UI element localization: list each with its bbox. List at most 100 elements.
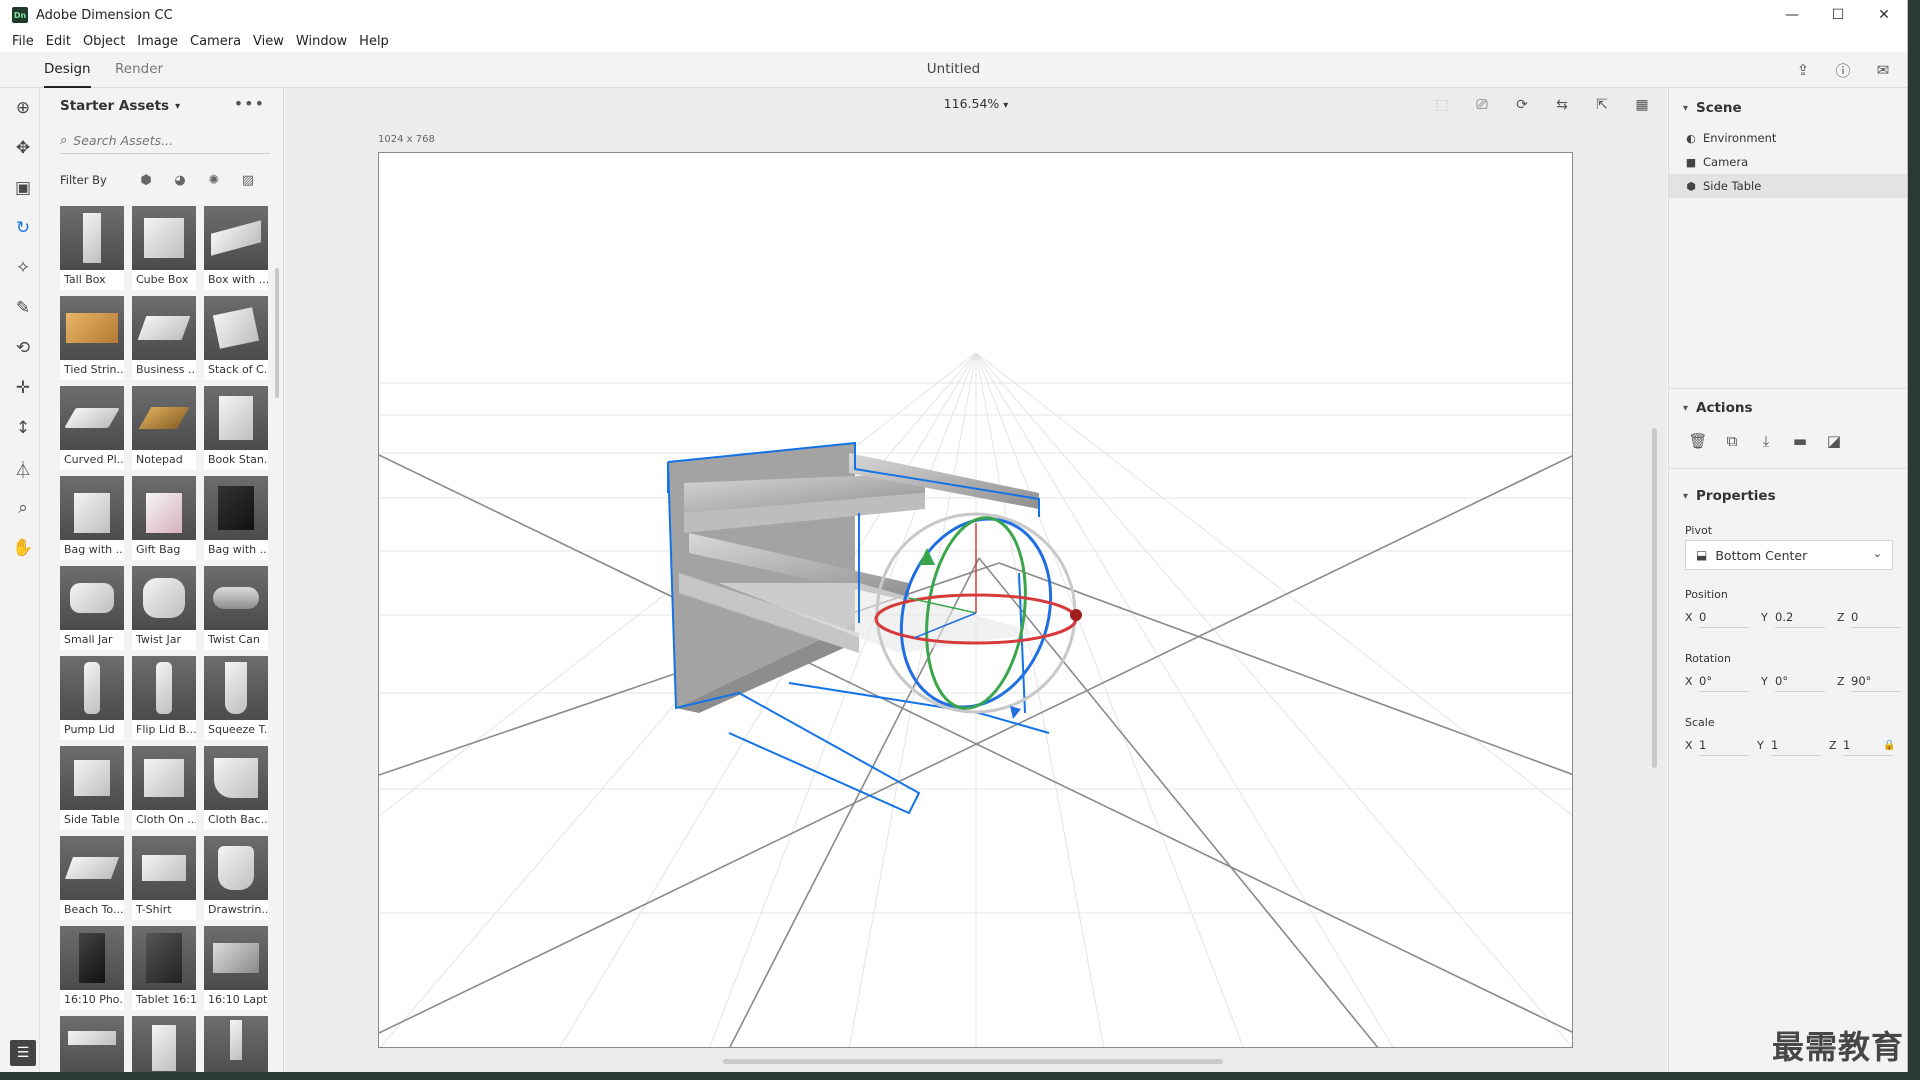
asset-cube-box[interactable]: Cube Box (132, 206, 196, 290)
eyedropper-icon[interactable]: ✎ (6, 288, 40, 328)
hand-icon[interactable]: ✋ (6, 528, 40, 568)
select-tool-icon[interactable]: ▣ (6, 168, 40, 208)
panel-toggle-icon[interactable]: ☰ (10, 1040, 36, 1066)
menu-camera[interactable]: Camera (184, 34, 247, 49)
dolly-tool-icon[interactable]: ↕ (6, 408, 40, 448)
edit-contents-icon[interactable]: ◪ (1825, 432, 1843, 450)
menu-file[interactable]: File (6, 34, 40, 49)
asset-gift-bag[interactable]: Gift Bag (132, 476, 196, 560)
scene-item-side-table[interactable]: ⬢ Side Table (1669, 174, 1907, 198)
position-z-field[interactable]: 0 (1851, 606, 1901, 628)
asset-more-1[interactable] (60, 1016, 124, 1072)
camera-orbit-icon[interactable]: ⟳ (1511, 94, 1533, 116)
scale-x-field[interactable]: 1 (1699, 734, 1749, 756)
asset-twist-jar[interactable]: Twist Jar (132, 566, 196, 650)
lock-icon[interactable]: 🔒 (1883, 740, 1895, 751)
add-icon[interactable]: ⊕ (6, 88, 40, 128)
menu-help[interactable]: Help (353, 34, 395, 49)
asset-small-jar[interactable]: Small Jar (60, 566, 124, 650)
asset-drawstring[interactable]: Drawstrin... (204, 836, 268, 920)
axis-label: Y (1761, 674, 1768, 688)
viewport-horizontal-scrollbar[interactable] (723, 1059, 1223, 1064)
pan-tool-icon[interactable]: ✛ (6, 368, 40, 408)
filter-materials-icon[interactable]: ◕ (172, 173, 188, 188)
menu-bar: File Edit Object Image Camera View Windo… (0, 30, 1907, 52)
scene-item-camera[interactable]: ■ Camera (1669, 150, 1907, 174)
menu-object[interactable]: Object (77, 34, 131, 49)
rotation-y-field[interactable]: 0° (1775, 670, 1825, 692)
asset-book-stand[interactable]: Book Stan... (204, 386, 268, 470)
asset-tablet[interactable]: Tablet 16:10 (132, 926, 196, 1010)
asset-tied-string[interactable]: Tied Strin... (60, 296, 124, 380)
asset-cloth-back[interactable]: Cloth Bac... (204, 746, 268, 830)
scene-section-header[interactable]: ▾ Scene (1683, 100, 1742, 116)
close-button[interactable]: ✕ (1861, 0, 1907, 30)
asset-flip-lid-bottle[interactable]: Flip Lid B... (132, 656, 196, 740)
filter-models-icon[interactable]: ⬢ (138, 173, 154, 188)
tab-design[interactable]: Design (44, 52, 91, 88)
asset-pump-lid[interactable]: Pump Lid (60, 656, 124, 740)
search-input[interactable] (73, 133, 254, 148)
scale-y-field[interactable]: 1 (1771, 734, 1821, 756)
asset-stack-of[interactable]: Stack of C... (204, 296, 268, 380)
horizon-tool-icon[interactable]: ⏃ (6, 448, 40, 488)
rotation-x-field[interactable]: 0° (1699, 670, 1749, 692)
asset-notepad[interactable]: Notepad (132, 386, 196, 470)
asset-more-3[interactable] (204, 1016, 268, 1072)
move-to-ground-icon[interactable]: ⤓ (1757, 432, 1775, 450)
position-x-field[interactable]: 0 (1699, 606, 1749, 628)
crop-icon[interactable]: ⬚ (1431, 94, 1453, 116)
asset-curved-pl[interactable]: Curved Pl... (60, 386, 124, 470)
render-preview-icon[interactable]: ▦ (1631, 94, 1653, 116)
scene-item-environment[interactable]: ◐ Environment (1669, 126, 1907, 150)
asset-box-with[interactable]: Box with ... (204, 206, 268, 290)
more-options-icon[interactable]: ••• (234, 94, 265, 113)
assets-library-dropdown[interactable]: Starter Assets ▾ (60, 98, 180, 114)
asset-squeeze-tube[interactable]: Squeeze T... (204, 656, 268, 740)
asset-phone[interactable]: 16:10 Pho... (60, 926, 124, 1010)
asset-twist-can[interactable]: Twist Can (204, 566, 268, 650)
asset-bag-with-2[interactable]: Bag with ... (204, 476, 268, 560)
maximize-button[interactable]: ☐ (1815, 0, 1861, 30)
asset-beach-towel[interactable]: Beach To... (60, 836, 124, 920)
assets-panel: Starter Assets ▾ ••• ⌕ Filter By ⬢ ◕ ✺ ▨… (48, 88, 284, 1072)
duplicate-icon[interactable]: ⧉ (1723, 432, 1741, 450)
group-icon[interactable]: ▬ (1791, 432, 1809, 450)
share-icon[interactable]: ⇪ (1791, 58, 1815, 82)
menu-edit[interactable]: Edit (40, 34, 77, 49)
camera-bookmark-icon[interactable]: ⎚ (1471, 94, 1493, 116)
viewport-vertical-scrollbar[interactable] (1652, 428, 1657, 768)
scene-canvas[interactable] (378, 152, 1573, 1048)
asset-t-shirt[interactable]: T-Shirt (132, 836, 196, 920)
pivot-select[interactable]: ⬓ Bottom Center ⌄ (1685, 540, 1893, 570)
asset-laptop[interactable]: 16:10 Lapt... (204, 926, 268, 1010)
asset-cloth-on[interactable]: Cloth On ... (132, 746, 196, 830)
camera-pan-icon[interactable]: ⇆ (1551, 94, 1573, 116)
menu-window[interactable]: Window (290, 34, 353, 49)
menu-view[interactable]: View (247, 34, 290, 49)
rotation-z-field[interactable]: 90° (1851, 670, 1901, 692)
camera-dolly-icon[interactable]: ⇱ (1591, 94, 1613, 116)
actions-section-header[interactable]: ▾ Actions (1683, 400, 1752, 416)
position-y-field[interactable]: 0.2 (1775, 606, 1825, 628)
feedback-icon[interactable]: ✉ (1871, 58, 1895, 82)
asset-side-table[interactable]: Side Table (60, 746, 124, 830)
move-tool-icon[interactable]: ✥ (6, 128, 40, 168)
zoom-icon[interactable]: ⌕ (6, 488, 40, 528)
asset-bag-with-1[interactable]: Bag with ... (60, 476, 124, 560)
magic-wand-icon[interactable]: ✧ (6, 248, 40, 288)
asset-more-2[interactable] (132, 1016, 196, 1072)
orbit-tool-icon[interactable]: ⟲ (6, 328, 40, 368)
delete-icon[interactable]: 🗑 (1688, 432, 1707, 450)
minimize-button[interactable]: — (1769, 0, 1815, 30)
filter-images-icon[interactable]: ▨ (240, 173, 256, 188)
help-icon[interactable]: ⓘ (1831, 58, 1855, 82)
rotate-tool-icon[interactable]: ↻ (6, 208, 40, 248)
asset-business[interactable]: Business ... (132, 296, 196, 380)
properties-section-header[interactable]: ▾ Properties (1683, 488, 1776, 504)
asset-tall-box[interactable]: Tall Box (60, 206, 124, 290)
tab-render[interactable]: Render (115, 52, 163, 88)
menu-image[interactable]: Image (131, 34, 184, 49)
filter-lights-icon[interactable]: ✺ (206, 173, 222, 188)
assets-scrollbar[interactable] (275, 268, 279, 398)
